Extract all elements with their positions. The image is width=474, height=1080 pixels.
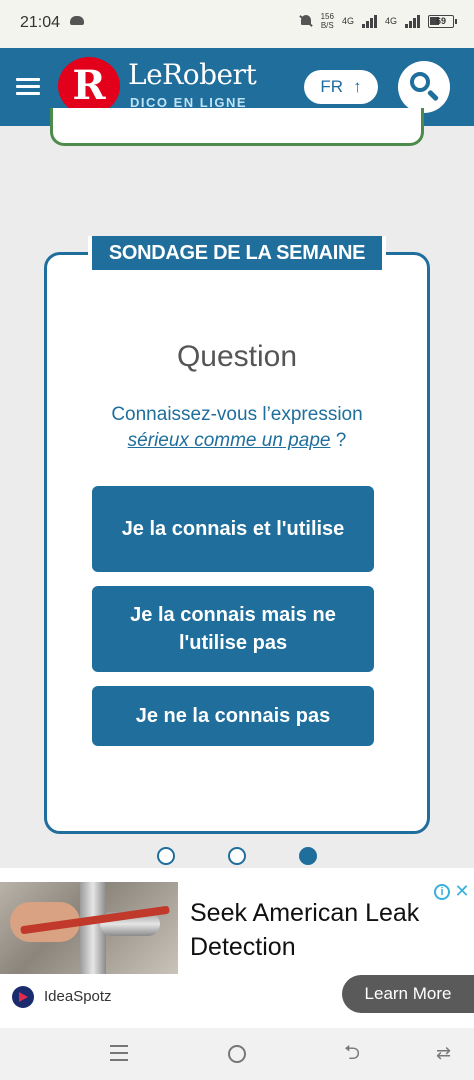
advertisement[interactable]: Seek American Leak Detection i ✕ IdeaSpo… — [0, 868, 474, 1028]
question-expression-link[interactable]: sérieux comme un pape — [128, 430, 331, 451]
question-prefix: Connaissez-vous l’expression — [111, 404, 363, 425]
carousel-dots — [0, 846, 474, 866]
network-type-2: 4G — [384, 16, 397, 26]
question-title: Question — [176, 340, 298, 373]
ad-close-icon[interactable]: ✕ — [454, 882, 470, 900]
ad-headline[interactable]: Seek American Leak Detection — [190, 896, 460, 964]
language-selector[interactable]: FR ↑ — [304, 70, 378, 104]
carousel-dot-2[interactable] — [228, 847, 246, 865]
status-time: 21:04 — [20, 14, 61, 31]
cloud-icon — [70, 16, 84, 25]
ad-choices[interactable]: i ✕ — [434, 882, 470, 900]
menu-icon[interactable] — [16, 78, 40, 96]
nav-home-icon[interactable] — [228, 1045, 246, 1063]
logo-icon[interactable]: R — [58, 57, 120, 115]
ad-image[interactable] — [0, 882, 178, 974]
nav-menu-icon[interactable] — [110, 1045, 128, 1061]
network-speed-unit: B/S — [320, 21, 334, 30]
network-type-1: 4G — [341, 16, 354, 26]
carousel-dot-3[interactable] — [299, 847, 317, 865]
poll-option-know-and-use[interactable]: Je la connais et l'utilise — [92, 486, 374, 572]
status-icons: 156 B/S 4G 4G 69 — [299, 12, 457, 30]
ad-info-icon[interactable]: i — [434, 884, 450, 900]
question-suffix: ? — [330, 430, 347, 451]
battery-icon: 69 — [428, 14, 457, 28]
status-bar: 21:04 156 B/S 4G 4G 69 — [0, 0, 474, 48]
network-speed: 156 B/S — [321, 12, 334, 30]
poll-badge: SONDAGE DE LA SEMAINE — [88, 236, 386, 270]
network-speed-value: 156 — [320, 12, 334, 21]
nav-back-icon[interactable]: ⮌ — [344, 1043, 364, 1063]
learn-more-button[interactable]: Learn More — [342, 975, 474, 1013]
nav-recent-icon[interactable]: ⇄ — [436, 1044, 456, 1062]
search-button[interactable] — [398, 61, 450, 113]
poll-option-know-not-use[interactable]: Je la connais mais ne l'utilise pas — [92, 586, 374, 672]
arrow-up-icon: ↑ — [353, 77, 362, 96]
search-icon — [410, 72, 430, 92]
logo-name[interactable]: LeRobert — [128, 58, 257, 91]
muted-bell-icon — [299, 14, 313, 28]
carousel-dot-1[interactable] — [157, 847, 175, 865]
ad-brand-logo-icon — [12, 986, 34, 1008]
signal-icon-2 — [405, 14, 420, 28]
ad-brand: IdeaSpotz — [44, 988, 112, 1005]
signal-icon-1 — [361, 14, 377, 28]
system-nav-bar: ⮌ ⇄ — [0, 1028, 474, 1080]
question-text: Connaissez-vous l’expression sérieux com… — [54, 402, 420, 454]
previous-card — [50, 108, 424, 146]
battery-level: 69 — [435, 15, 446, 26]
language-label: FR — [320, 77, 344, 96]
poll-option-dont-know[interactable]: Je ne la connais pas — [92, 686, 374, 746]
